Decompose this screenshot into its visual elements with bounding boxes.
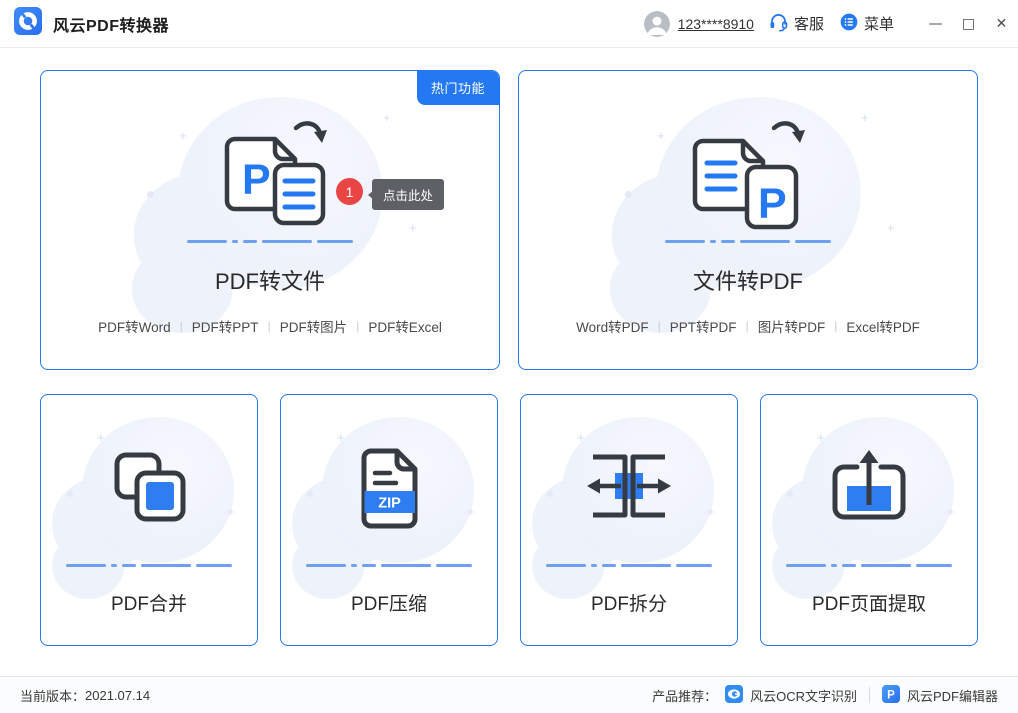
titlebar-right: 123****8910 客服 菜单 — [644, 8, 1018, 40]
headset-icon — [768, 11, 789, 36]
ocr-app-icon — [725, 685, 743, 706]
card-pdf-page-extract[interactable]: + + PDF页面提取 — [760, 394, 978, 646]
letter-p: P — [758, 180, 787, 228]
spark-icon: + — [861, 111, 869, 124]
card-pdf-compress[interactable]: + + ZIP PDF压缩 — [280, 394, 498, 646]
decor-dot — [625, 191, 632, 198]
recommend-label: 产品推荐： — [652, 686, 717, 705]
click-here-tooltip: 点击此处 — [372, 179, 444, 210]
card-subtitle: PDF转Word | PDF转PPT | PDF转图片 | PDF转Excel — [41, 316, 499, 336]
pdf-extract-icon — [819, 445, 919, 532]
menu-button[interactable]: 菜单 — [839, 12, 894, 36]
close-button[interactable]: ✕ — [985, 8, 1018, 40]
separator: | — [180, 319, 183, 333]
divider — [869, 687, 870, 703]
decor-dot — [787, 491, 793, 497]
sub-item: PDF转Excel — [368, 316, 442, 336]
spark-icon: + — [383, 111, 391, 124]
menu-label: 菜单 — [864, 13, 894, 34]
decor-dot — [547, 491, 553, 497]
sub-item: Excel转PDF — [846, 316, 920, 336]
separator: | — [746, 319, 749, 333]
hot-feature-badge: 热门功能 — [417, 71, 499, 105]
card-subtitle: Word转PDF | PPT转PDF | 图片转PDF | Excel转PDF — [519, 316, 977, 336]
version-label: 当前版本： — [20, 686, 85, 705]
customer-service-button[interactable]: 客服 — [768, 11, 824, 36]
card-title: PDF拆分 — [521, 589, 737, 616]
app-title: 风云PDF转换器 — [53, 12, 169, 36]
pdf-to-file-icon: P — [195, 115, 345, 238]
titlebar: 风云PDF转换器 123****8910 客服 — [0, 0, 1018, 48]
spark-icon: + — [179, 129, 187, 142]
spark-icon: + — [887, 221, 895, 234]
underline-dashes — [187, 240, 353, 243]
pdf-compress-icon: ZIP — [339, 445, 439, 538]
app-logo-icon — [14, 7, 42, 40]
sub-item: PDF转图片 — [280, 316, 348, 336]
separator: | — [268, 319, 271, 333]
window-controls: — □ ✕ — [919, 8, 1018, 40]
underline-dashes — [306, 564, 472, 567]
menu-icon — [839, 12, 859, 36]
separator: | — [356, 319, 359, 333]
product-ocr-label: 风云OCR文字识别 — [750, 686, 857, 705]
notification-badge: 1 — [336, 178, 363, 205]
sub-item: Word转PDF — [576, 316, 649, 336]
customer-service-label: 客服 — [794, 13, 824, 34]
separator: | — [658, 319, 661, 333]
letter-p: P — [887, 689, 895, 701]
pdf-merge-icon — [99, 445, 199, 538]
file-to-pdf-icon: P — [673, 115, 823, 238]
card-pdf-merge[interactable]: + + PDF合并 — [40, 394, 258, 646]
sub-item: PDF转Word — [98, 316, 171, 336]
product-pdf-editor-link[interactable]: P 风云PDF编辑器 — [882, 685, 998, 706]
user-avatar-icon[interactable] — [644, 11, 670, 37]
separator: | — [834, 319, 837, 333]
zip-label: ZIP — [378, 496, 401, 512]
account-link[interactable]: 123****8910 — [678, 16, 754, 32]
card-title: PDF转文件 — [41, 264, 499, 296]
card-pdf-split[interactable]: + + PDF拆分 — [520, 394, 738, 646]
card-title: PDF页面提取 — [761, 589, 977, 616]
version-value: 2021.07.14 — [85, 688, 150, 703]
underline-dashes — [66, 564, 232, 567]
card-file-to-pdf[interactable]: + + + P 文件转PDF Word转PDF | PPT转PDF | 图片转P… — [518, 70, 978, 370]
underline-dashes — [546, 564, 712, 567]
brand: 风云PDF转换器 — [0, 7, 169, 40]
maximize-button[interactable]: □ — [952, 8, 985, 40]
card-title: PDF合并 — [41, 589, 257, 616]
card-pdf-to-file[interactable]: + + + P 1 点击此处 PDF转文件 PDF转Word | PDF转PPT… — [40, 70, 500, 370]
spark-icon: + — [409, 221, 417, 234]
product-pdf-editor-label: 风云PDF编辑器 — [907, 686, 998, 705]
statusbar: 当前版本： 2021.07.14 产品推荐： 风云OCR文字识别 — [0, 676, 1018, 713]
card-title: PDF压缩 — [281, 589, 497, 616]
product-ocr-link[interactable]: 风云OCR文字识别 — [725, 685, 857, 706]
sub-item: 图片转PDF — [758, 316, 826, 336]
underline-dashes — [665, 240, 831, 243]
card-title: 文件转PDF — [519, 264, 977, 296]
minimize-button[interactable]: — — [919, 8, 952, 40]
pdf-editor-app-icon: P — [882, 685, 900, 706]
underline-dashes — [786, 564, 952, 567]
decor-dot — [307, 491, 313, 497]
product-recommendations: 产品推荐： 风云OCR文字识别 P — [652, 685, 998, 706]
pdf-split-icon — [579, 445, 679, 532]
decor-dot — [147, 191, 154, 198]
spark-icon: + — [657, 129, 665, 142]
sub-item: PPT转PDF — [670, 316, 737, 336]
decor-dot — [67, 491, 73, 497]
letter-p: P — [242, 156, 271, 204]
sub-item: PDF转PPT — [192, 316, 259, 336]
